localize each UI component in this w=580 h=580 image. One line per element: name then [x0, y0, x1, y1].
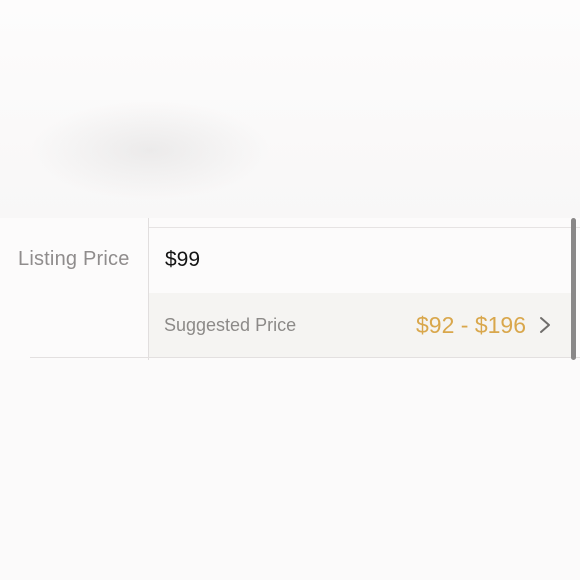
blurred-background-top — [0, 0, 580, 218]
page: Listing Price $99 Suggested Price $92 - … — [0, 0, 580, 580]
scrollbar[interactable] — [571, 218, 576, 360]
suggested-price-label: Suggested Price — [164, 315, 297, 335]
listing-price-panel: Listing Price $99 Suggested Price $92 - … — [0, 218, 580, 360]
listing-price-label: Listing Price — [18, 248, 130, 270]
bottom-divider — [30, 357, 580, 358]
chevron-right-icon — [540, 317, 550, 333]
suggested-price-row[interactable]: Suggested Price $92 - $196 — [149, 293, 574, 357]
suggested-price-range: $92 - $196 — [416, 312, 526, 338]
listing-price-value[interactable]: $99 — [165, 248, 200, 272]
blurred-background-bottom — [0, 360, 580, 580]
top-divider — [149, 227, 580, 228]
